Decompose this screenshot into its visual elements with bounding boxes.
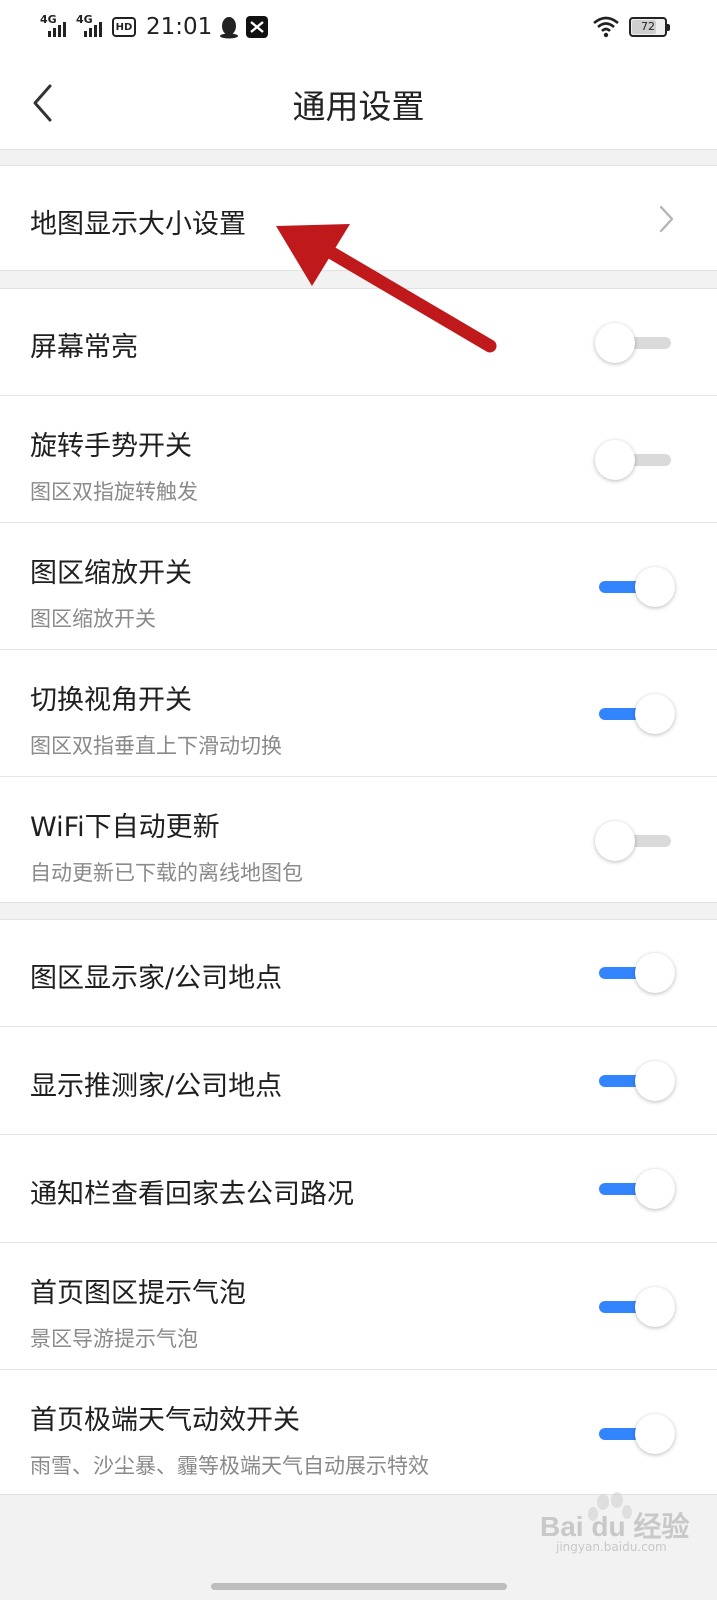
status-bar: 4G 4G HD 21:01 72 bbox=[0, 0, 717, 58]
settings-group-places: 图区显示家/公司地点 显示推测家/公司地点 通知栏查看回家去公司路况 首页图区提… bbox=[0, 919, 717, 1495]
toggle-thumb bbox=[635, 1414, 675, 1454]
toggle-thumb bbox=[635, 1169, 675, 1209]
settings-row-zoom: 图区缩放开关 图区缩放开关 bbox=[0, 522, 717, 649]
row-title: 显示推测家/公司地点 bbox=[30, 1071, 283, 1102]
settings-row-screen-on: 屏幕常亮 bbox=[0, 289, 717, 395]
row-subtitle: 雨雪、沙尘暴、霾等极端天气自动展示特效 bbox=[30, 1454, 429, 1478]
battery-percent: 72 bbox=[641, 20, 655, 33]
row-subtitle: 图区双指旋转触发 bbox=[30, 480, 198, 504]
row-title: 图区显示家/公司地点 bbox=[30, 963, 283, 994]
settings-row-extreme-weather: 首页极端天气动效开关 雨雪、沙尘暴、霾等极端天气自动展示特效 bbox=[0, 1369, 717, 1494]
clock: 21:01 bbox=[146, 14, 213, 40]
screen-on-toggle[interactable] bbox=[595, 321, 675, 365]
row-title: WiFi下自动更新 bbox=[30, 812, 220, 843]
settings-group-display: 地图显示大小设置 bbox=[0, 165, 717, 271]
row-title: 首页极端天气动效开关 bbox=[30, 1405, 300, 1436]
row-subtitle: 景区导游提示气泡 bbox=[30, 1327, 198, 1351]
hd-voice-icon: HD bbox=[112, 17, 136, 37]
extreme-weather-toggle[interactable] bbox=[595, 1412, 675, 1456]
battery-icon: 72 bbox=[629, 17, 670, 37]
qq-penguin-icon bbox=[220, 17, 239, 39]
zoom-toggle[interactable] bbox=[595, 565, 675, 609]
row-subtitle: 图区缩放开关 bbox=[30, 607, 156, 631]
watermark-text: Bai du 经验 bbox=[540, 1511, 690, 1542]
row-subtitle: 图区双指垂直上下滑动切换 bbox=[30, 734, 282, 758]
toggle-thumb bbox=[635, 694, 675, 734]
capcut-icon bbox=[246, 16, 269, 38]
settings-row-wifi-update: WiFi下自动更新 自动更新已下载的离线地图包 bbox=[0, 776, 717, 902]
toggle-thumb bbox=[595, 821, 635, 861]
row-title: 旋转手势开关 bbox=[30, 431, 192, 462]
settings-row-view-angle: 切换视角开关 图区双指垂直上下滑动切换 bbox=[0, 649, 717, 776]
toggle-thumb bbox=[635, 1061, 675, 1101]
chevron-right-icon bbox=[659, 205, 674, 233]
row-title: 通知栏查看回家去公司路况 bbox=[30, 1179, 354, 1210]
notification-traffic-toggle[interactable] bbox=[595, 1167, 675, 1211]
status-left: 4G 4G HD 21:01 bbox=[40, 12, 269, 42]
row-title: 屏幕常亮 bbox=[30, 332, 138, 363]
settings-row-home-bubble: 首页图区提示气泡 景区导游提示气泡 bbox=[0, 1242, 717, 1369]
row-subtitle: 自动更新已下载的离线地图包 bbox=[30, 861, 303, 885]
settings-row-show-home-company: 图区显示家/公司地点 bbox=[0, 920, 717, 1026]
status-right: 72 bbox=[593, 16, 670, 38]
settings-row-infer-home-company: 显示推测家/公司地点 bbox=[0, 1026, 717, 1134]
row-title: 图区缩放开关 bbox=[30, 558, 192, 589]
settings-group-gestures: 屏幕常亮 旋转手势开关 图区双指旋转触发 图区缩放开关 图区缩放开关 切换视角开… bbox=[0, 288, 717, 903]
row-title: 切换视角开关 bbox=[30, 685, 192, 716]
wifi-update-toggle[interactable] bbox=[595, 819, 675, 863]
home-indicator[interactable] bbox=[211, 1583, 507, 1590]
settings-row-rotate-gesture: 旋转手势开关 图区双指旋转触发 bbox=[0, 395, 717, 522]
row-title: 首页图区提示气泡 bbox=[30, 1278, 246, 1309]
infer-home-company-toggle[interactable] bbox=[595, 1059, 675, 1103]
cellular-signal-icon: 4G bbox=[40, 13, 70, 39]
toggle-thumb bbox=[635, 953, 675, 993]
settings-row-map-size[interactable]: 地图显示大小设置 bbox=[0, 166, 717, 270]
show-home-company-toggle[interactable] bbox=[595, 951, 675, 995]
toggle-thumb bbox=[635, 567, 675, 607]
toggle-thumb bbox=[595, 440, 635, 480]
wifi-icon bbox=[593, 16, 619, 38]
page-title: 通用设置 bbox=[292, 87, 425, 126]
row-title: 地图显示大小设置 bbox=[30, 209, 246, 240]
toggle-thumb bbox=[595, 323, 635, 363]
cellular-signal-icon: 4G bbox=[76, 13, 106, 39]
nav-header: 通用设置 bbox=[0, 58, 717, 150]
home-bubble-toggle[interactable] bbox=[595, 1285, 675, 1329]
view-angle-toggle[interactable] bbox=[595, 692, 675, 736]
toggle-thumb bbox=[635, 1287, 675, 1327]
rotate-gesture-toggle[interactable] bbox=[595, 438, 675, 482]
watermark-url: jingyan.baidu.com bbox=[556, 1540, 667, 1554]
settings-row-notification-traffic: 通知栏查看回家去公司路况 bbox=[0, 1134, 717, 1242]
